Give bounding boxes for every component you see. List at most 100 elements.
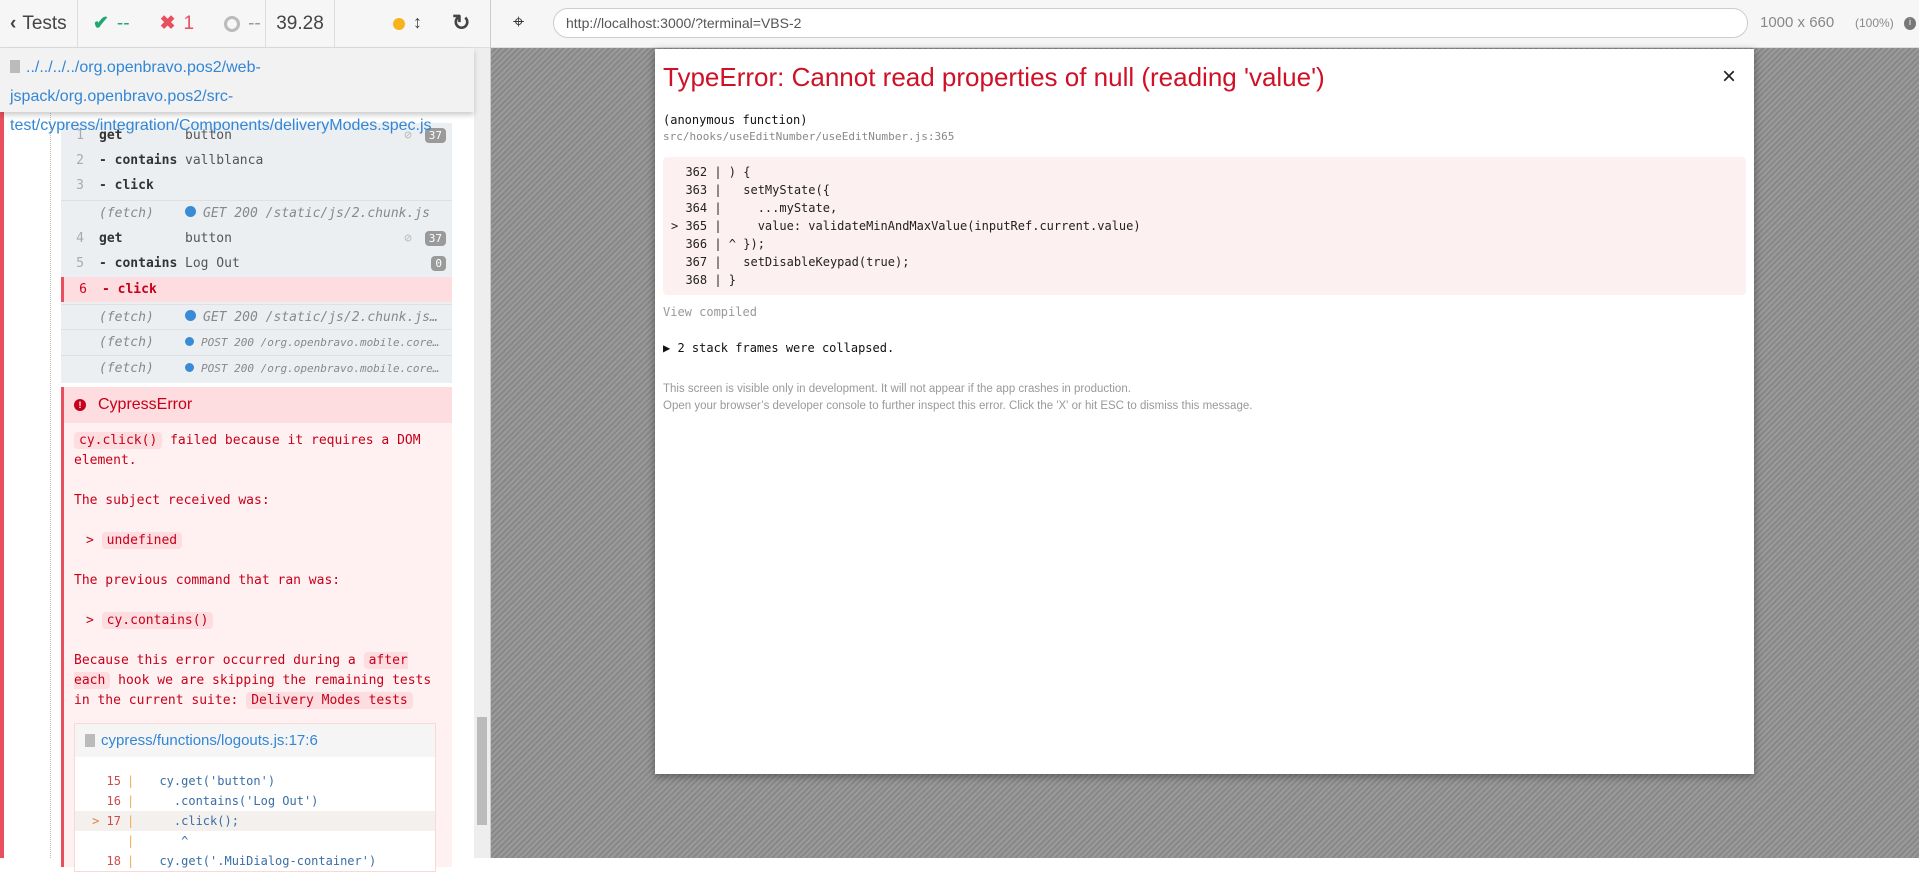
file-icon: [10, 60, 20, 73]
info-icon[interactable]: i: [1904, 17, 1916, 30]
app-iframe: TypeError: Cannot read properties of nul…: [655, 49, 1754, 774]
xhr-status-dot-icon: [185, 309, 196, 321]
command-message: POST 200 /org.openbravo.mobile.core…: [185, 335, 439, 350]
command-row[interactable]: 3 - click: [61, 173, 452, 198]
stats: ✔ -- ✖ 1 --: [78, 0, 266, 48]
command-message: GET 200 /static/js/2.chunk.js…: [185, 309, 438, 325]
command-row-fetch[interactable]: (fetch) POST 200 /org.openbravo.mobile.co…: [61, 355, 452, 380]
reporter-header: ‹ Tests ✔ -- ✖ 1 -- 39.28 ↕ ↻: [0, 0, 490, 48]
spec-path-link[interactable]: ../../../../org.openbravo.pos2/web-jspac…: [10, 59, 432, 134]
command-name: (fetch): [99, 334, 154, 350]
command-number: 2: [76, 153, 84, 168]
code-frame-line: > 17 | .click();: [75, 811, 435, 831]
overlay-footer-note: This screen is visible only in developme…: [663, 383, 1131, 395]
gutter-bar: |: [127, 814, 135, 828]
command-message: Log Out: [185, 256, 240, 271]
back-to-tests-button[interactable]: ‹ Tests: [0, 0, 78, 48]
code-frame-file: cypress/functions/logouts.js:17:6: [101, 731, 318, 749]
line-code: cy.get('.MuiDialog-container'): [145, 854, 377, 868]
view-compiled-link[interactable]: View compiled: [663, 305, 1746, 319]
close-overlay-button[interactable]: ×: [1722, 63, 1736, 91]
gutter-bar: |: [127, 854, 135, 868]
error-text: The previous command that ran was:: [74, 573, 341, 588]
command-row-fetch[interactable]: (fetch) POST 200 /org.openbravo.mobile.co…: [61, 329, 452, 354]
browser-header: ⌖ http://localhost:3000/?terminal=VBS-2 …: [491, 0, 1919, 48]
command-number: 4: [76, 231, 84, 246]
scrollbar-thumb[interactable]: [477, 717, 487, 825]
command-number: 5: [76, 256, 84, 271]
line-code: ^: [145, 834, 189, 848]
code-contains: cy.contains(): [101, 612, 214, 629]
command-list: 1getbutton⊘372- containsvallblanca3- cli…: [61, 123, 452, 383]
line-number: 15: [106, 774, 121, 788]
hook-guide-line: [50, 48, 51, 858]
xhr-status-dot-icon: [185, 362, 194, 372]
overlay-footer-note: Open your browser’s developer console to…: [663, 400, 1253, 412]
spec-file-path[interactable]: ../../../../org.openbravo.pos2/web-jspac…: [0, 48, 474, 134]
collapsed-frames-toggle[interactable]: ▶ 2 stack frames were collapsed.: [663, 341, 1746, 355]
cypress-error-panel: ! CypressError cy.click() failed because …: [61, 387, 452, 872]
selector-playground-icon[interactable]: ⌖: [513, 11, 524, 34]
line-code: .contains('Log Out'): [145, 794, 319, 808]
stack-function: (anonymous function): [663, 113, 808, 127]
line-number: [75, 831, 127, 851]
xhr-status-dot-icon: [185, 205, 196, 217]
reload-icon[interactable]: ↻: [452, 10, 470, 36]
command-message-text: GET 200 /static/js/2.chunk.js: [203, 205, 430, 221]
command-name: get: [99, 231, 123, 246]
code-frame-file-link[interactable]: cypress/functions/logouts.js:17:6: [75, 724, 435, 757]
x-icon: ✖: [159, 13, 176, 34]
code-frame-line: 16 | .contains('Log Out'): [75, 791, 435, 811]
failed-count: 1: [183, 12, 195, 34]
code-click: cy.click(): [74, 432, 163, 449]
line-number: 16: [106, 794, 121, 808]
tests-label: Tests: [22, 12, 67, 34]
gutter-bar: |: [127, 834, 135, 848]
error-message: cy.click() failed because it requires a …: [64, 423, 452, 872]
line-code: .click();: [145, 814, 239, 828]
command-message-text: Log Out: [185, 256, 240, 271]
command-message-text: GET 200 /static/js/2.chunk.js…: [203, 309, 438, 325]
check-icon: ✔: [93, 13, 109, 34]
gutter-bar: |: [127, 774, 135, 788]
element-count-badge: 37: [424, 231, 446, 246]
gutter-bar: |: [127, 794, 135, 808]
code-suite-name: Delivery Modes tests: [246, 692, 413, 709]
failed-test-indicator: [0, 48, 4, 858]
command-row[interactable]: 4 get button ⊘ 37: [61, 226, 452, 251]
duration: 39.28: [266, 0, 335, 48]
chevron-left-icon: ‹: [10, 12, 17, 34]
command-row[interactable]: 2 - contains vallblanca: [61, 148, 452, 173]
code-frame: cypress/functions/logouts.js:17:6 15 | cy…: [74, 723, 436, 872]
xhr-status-dot-icon: [185, 336, 194, 346]
error-overlay-title: TypeError: Cannot read properties of nul…: [663, 62, 1325, 92]
pending-count: --: [248, 12, 261, 34]
command-message: vallblanca: [185, 153, 263, 168]
command-message-text: POST 200 /org.openbravo.mobile.core…: [201, 361, 440, 375]
running-indicator-icon: [393, 17, 405, 30]
code-frame-line: | ^: [75, 831, 435, 851]
error-text: Because this error occurred during a: [74, 653, 364, 668]
command-name: - contains: [99, 153, 178, 168]
command-message: POST 200 /org.openbravo.mobile.core…: [185, 361, 439, 376]
error-name: CypressError: [98, 396, 193, 413]
command-row[interactable]: 6 - click: [61, 277, 452, 302]
error-icon: !: [74, 399, 86, 411]
command-name: (fetch): [99, 309, 154, 325]
command-message-text: button: [185, 231, 232, 246]
command-row-fetch[interactable]: (fetch) GET 200 /static/js/2.chunk.js…: [61, 304, 452, 329]
error-text: The subject received was:: [74, 493, 270, 508]
viewport-size: 1000 x 660: [1760, 14, 1835, 31]
command-number: 3: [76, 178, 84, 193]
stack-location[interactable]: src/hooks/useEditNumber/useEditNumber.js…: [663, 130, 1746, 143]
line-number: 18: [106, 854, 121, 868]
line-code: cy.get('button'): [145, 774, 276, 788]
command-row[interactable]: 5 - contains Log Out 0: [61, 251, 452, 276]
url-bar[interactable]: http://localhost:3000/?terminal=VBS-2: [553, 8, 1748, 38]
toggle-auto-scroll-icon[interactable]: ↕: [413, 12, 422, 33]
code-frame-line: 15 | cy.get('button'): [75, 771, 435, 791]
command-name: - click: [102, 282, 157, 297]
command-message: GET 200 /static/js/2.chunk.js: [185, 205, 430, 221]
command-row-fetch[interactable]: (fetch) GET 200 /static/js/2.chunk.js: [61, 200, 452, 225]
command-name: (fetch): [99, 360, 154, 376]
